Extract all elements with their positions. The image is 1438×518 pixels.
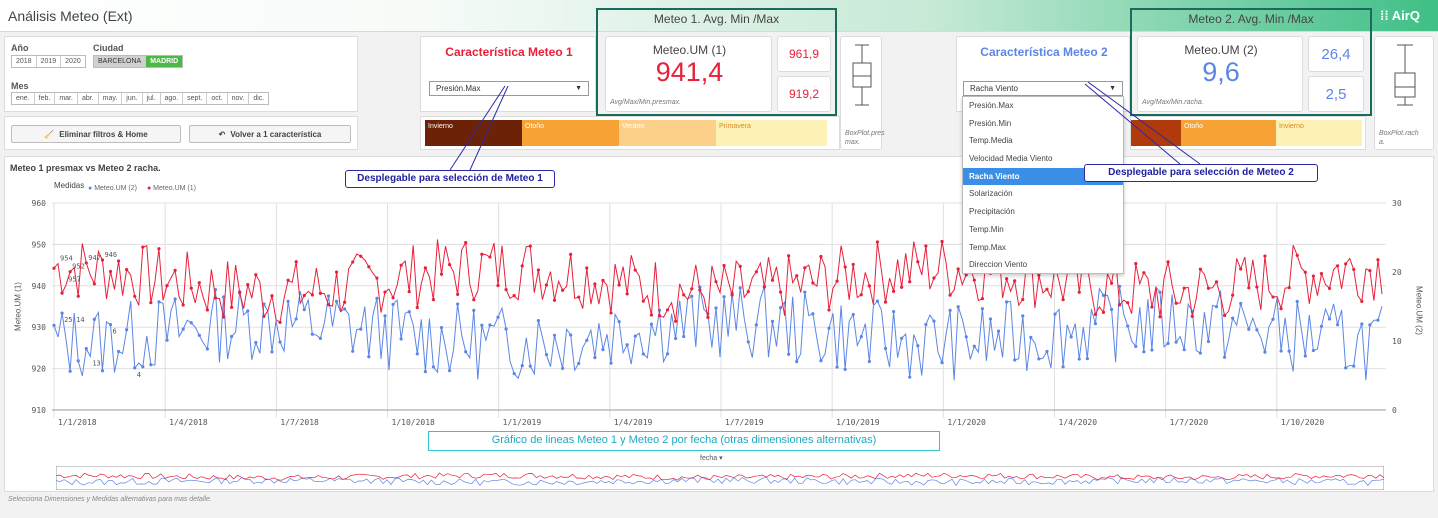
callout-line bbox=[449, 85, 506, 171]
callout-line bbox=[1084, 83, 1181, 165]
callout-line bbox=[1087, 81, 1201, 165]
callout-chart: Gráfico de lineas Meteo 1 y Meteo 2 por … bbox=[428, 431, 940, 451]
callout-meteo2: Desplegable para selección de Meteo 2 bbox=[1084, 164, 1318, 182]
callout-line bbox=[469, 85, 509, 171]
callout-meteo1: Desplegable para selección de Meteo 1 bbox=[345, 170, 555, 188]
